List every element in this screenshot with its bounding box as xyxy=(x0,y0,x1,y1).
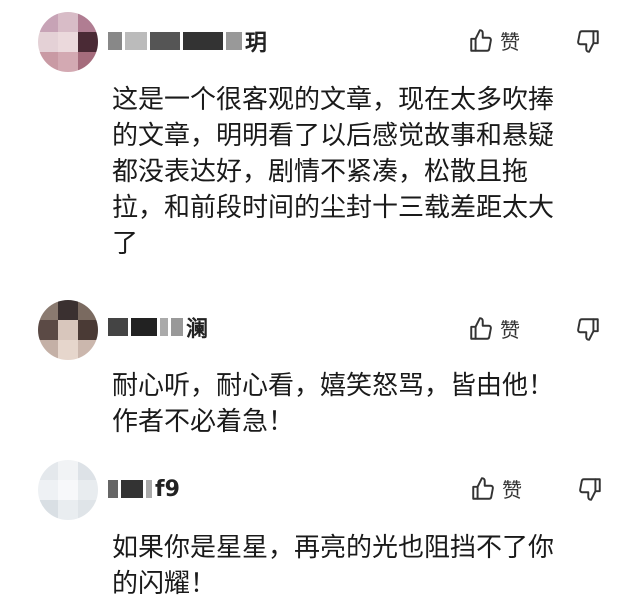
blurred-username-block xyxy=(108,32,122,50)
blurred-username-block xyxy=(183,32,223,50)
thumbs-down-icon xyxy=(577,318,599,341)
avatar[interactable] xyxy=(38,12,98,72)
blurred-username-block xyxy=(150,32,180,50)
username[interactable]: 玥 xyxy=(108,28,268,56)
username-visible-text: 澜 xyxy=(186,317,209,342)
blurred-username-block xyxy=(121,480,143,498)
like-button[interactable]: 赞 xyxy=(468,26,520,55)
blurred-username-block xyxy=(226,32,242,50)
thumbs-up-icon xyxy=(470,28,492,52)
username-visible-text: f9 xyxy=(155,476,180,502)
blurred-username-block xyxy=(160,318,168,336)
dislike-button[interactable] xyxy=(575,316,601,346)
comment-text: 如果你是星星，再亮的光也阻挡不了你 的闪耀！ xyxy=(112,533,555,599)
blurred-username-block xyxy=(125,32,147,50)
comment-item: 玥 赞 这是一个很客观的文章，现在太多吹捧 的文章，明明看了以后感觉故事和悬疑 … xyxy=(0,0,640,300)
like-button[interactable]: 赞 xyxy=(468,314,520,343)
blurred-username-block xyxy=(108,318,128,336)
avatar[interactable] xyxy=(38,300,98,360)
comment-item: f9 赞 如果你是星星，再亮的光也阻挡不了你 的闪耀！ xyxy=(0,458,640,616)
username-visible-text: 玥 xyxy=(245,31,268,56)
comment-text: 这是一个很客观的文章，现在太多吹捧 的文章，明明看了以后感觉故事和悬疑 都没表达… xyxy=(112,85,555,259)
comment-item: 澜 赞 耐心听，耐心看，嬉笑怒骂，皆由他！ 作者不必着急！ xyxy=(0,300,640,460)
thumbs-down-icon xyxy=(577,30,599,53)
blurred-username-block xyxy=(131,318,157,336)
like-label: 赞 xyxy=(502,478,522,502)
dislike-button[interactable] xyxy=(577,476,603,506)
like-button[interactable]: 赞 xyxy=(470,474,522,503)
thumbs-up-icon xyxy=(470,316,492,340)
avatar[interactable] xyxy=(38,460,98,520)
like-label: 赞 xyxy=(500,30,520,54)
blurred-username-block xyxy=(146,480,152,498)
dislike-button[interactable] xyxy=(575,28,601,58)
thumbs-down-icon xyxy=(579,478,601,501)
username[interactable]: f9 xyxy=(108,476,180,502)
comment-text: 耐心听，耐心看，嬉笑怒骂，皆由他！ 作者不必着急！ xyxy=(112,371,555,437)
blurred-username-block xyxy=(171,318,183,336)
like-label: 赞 xyxy=(500,318,520,342)
blurred-username-block xyxy=(108,480,118,498)
username[interactable]: 澜 xyxy=(108,314,209,342)
thumbs-up-icon xyxy=(472,476,494,500)
